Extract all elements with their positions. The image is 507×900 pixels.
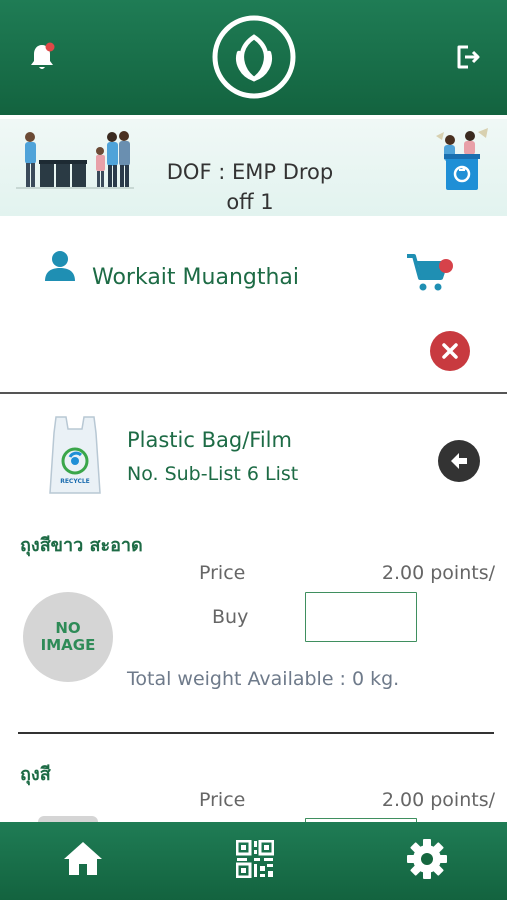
price-value: 2.00 points/	[381, 789, 495, 811]
no-image-text: NO	[55, 619, 81, 637]
user-name: Workait Muangthai	[92, 265, 300, 290]
available-weight: Total weight Available : 0 kg.	[127, 668, 400, 690]
price-label: Price	[199, 562, 246, 584]
back-button[interactable]	[438, 440, 480, 482]
buy-label: Buy	[212, 606, 249, 628]
gear-icon[interactable]	[406, 838, 448, 880]
home-icon[interactable]	[62, 838, 104, 878]
price-label: Price	[199, 789, 246, 811]
cart-icon[interactable]	[405, 252, 455, 294]
plastic-bag-image: RECYCLE	[48, 413, 102, 499]
item-divider	[18, 732, 494, 734]
buy-quantity-input[interactable]	[305, 592, 417, 642]
leaf-logo-icon	[212, 15, 296, 99]
qr-code-icon[interactable]	[235, 839, 275, 879]
no-image-text: IMAGE	[40, 636, 96, 654]
app-screen: DOF : EMP Drop off 1 Workait Muangthai R…	[0, 0, 507, 900]
item-title: ถุงสี	[20, 764, 51, 785]
category-sub-list: No. Sub-List 6 List	[127, 463, 299, 485]
user-icon	[44, 249, 76, 283]
back-arrow-icon	[451, 453, 467, 469]
close-icon	[442, 343, 458, 359]
price-value: 2.00 points/	[381, 562, 495, 584]
banner-title: DOF : EMP Drop off 1	[166, 160, 334, 214]
recycling-people-illustration	[16, 125, 134, 191]
close-button[interactable]	[430, 331, 470, 371]
recycling-bin-illustration	[432, 126, 492, 192]
category-name: Plastic Bag/Film	[127, 428, 292, 452]
logout-icon[interactable]	[455, 44, 481, 70]
svg-text:RECYCLE: RECYCLE	[60, 478, 90, 485]
section-divider	[0, 392, 507, 394]
item-title: ถุงสีขาว สะอาด	[20, 535, 143, 556]
no-image-placeholder: NO IMAGE	[23, 592, 113, 682]
bell-icon[interactable]	[28, 42, 56, 72]
